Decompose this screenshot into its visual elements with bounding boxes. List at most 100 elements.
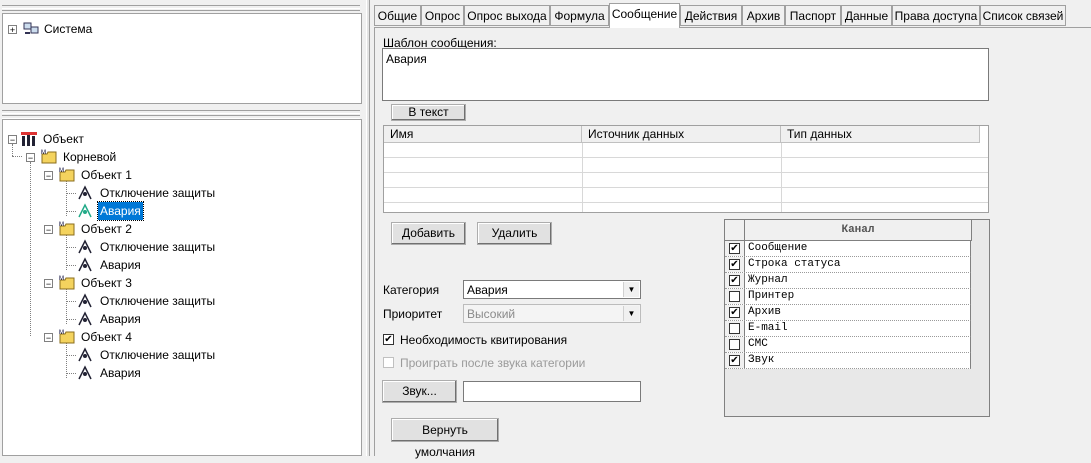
channel-checkbox[interactable]: ✔ — [729, 355, 740, 366]
computer-network-icon — [23, 22, 39, 34]
svg-text:M: M — [59, 330, 64, 336]
channels-header: Канал — [725, 220, 972, 241]
tree-item-label: Объект — [43, 132, 84, 146]
channel-checkbox[interactable]: ✔ — [729, 307, 740, 318]
delete-button[interactable]: Удалить — [477, 222, 552, 245]
tab-passport[interactable]: Паспорт — [785, 5, 841, 26]
folder-icon: M — [59, 168, 75, 182]
tree-connector — [66, 247, 76, 248]
channel-row[interactable]: ✔ Архив — [725, 305, 971, 321]
channels-header-corner — [725, 220, 745, 240]
bottom-pane-grip[interactable] — [2, 110, 360, 119]
signal-icon — [78, 257, 92, 272]
channel-label: E-mail — [748, 322, 788, 334]
channel-row[interactable]: ✔ Строка статуса — [725, 257, 971, 273]
tab-formula[interactable]: Формула — [550, 5, 609, 26]
priority-select: Высокий ▼ — [463, 304, 641, 323]
table-grid — [384, 143, 988, 212]
tree-connector — [66, 301, 76, 302]
priority-label: Приоритет — [383, 307, 443, 321]
table-header-row: Имя Источник данных Тип данных — [384, 126, 980, 143]
add-button[interactable]: Добавить — [391, 222, 466, 245]
collapse-icon[interactable]: − — [44, 279, 53, 289]
svg-text:M: M — [59, 276, 64, 282]
channels-list: ✔ Сообщение ✔ Строка статуса ✔ Журнал Принтер ✔… — [725, 241, 971, 369]
channel-label: Журнал — [748, 274, 788, 286]
column-header-type[interactable]: Тип данных — [781, 126, 980, 142]
tab-data[interactable]: Данные — [841, 5, 892, 26]
tab-poll-output[interactable]: Опрос выхода — [464, 5, 550, 26]
signal-icon — [78, 239, 92, 254]
tab-poll[interactable]: Опрос — [421, 5, 464, 26]
channel-row[interactable]: ✔ Журнал — [725, 273, 971, 289]
category-label: Категория — [383, 283, 440, 297]
object-root-icon — [21, 132, 37, 146]
tree-item-label: Корневой — [63, 150, 117, 164]
signal-icon — [78, 293, 92, 308]
channel-checkbox[interactable]: ✔ — [729, 259, 740, 270]
priority-value: Высокий — [467, 307, 516, 321]
collapse-icon[interactable]: − — [8, 135, 17, 145]
tree-item-label: Авария — [97, 201, 144, 221]
tree-connector — [12, 156, 22, 157]
tab-general[interactable]: Общие — [374, 5, 421, 26]
tree-connector — [66, 193, 76, 194]
play-after-label: Проиграть после звука категории — [400, 356, 586, 370]
tab-access-rights[interactable]: Права доступа — [892, 5, 980, 26]
signal-icon — [78, 185, 92, 200]
channel-row[interactable]: E-mail — [725, 321, 971, 337]
tab-archive[interactable]: Архив — [742, 5, 785, 26]
column-header-source[interactable]: Источник данных — [582, 126, 781, 142]
channel-label: Архив — [748, 306, 782, 318]
tree-item-label: Объект 1 — [81, 168, 132, 182]
column-header-name[interactable]: Имя — [384, 126, 582, 142]
ack-required-label: Необходимость квитирования — [400, 333, 568, 347]
channel-checkbox[interactable] — [729, 291, 740, 302]
collapse-icon[interactable]: − — [26, 153, 35, 163]
svg-text:M: M — [59, 222, 64, 228]
collapse-icon[interactable]: − — [44, 225, 53, 235]
chevron-down-icon[interactable]: ▼ — [623, 282, 639, 297]
collapse-icon[interactable]: − — [44, 171, 53, 181]
tree-item-label: Отключение защиты — [100, 294, 216, 308]
channel-check-cell — [725, 289, 745, 304]
channel-row[interactable]: Принтер — [725, 289, 971, 305]
tree-item-label: Объект 4 — [81, 330, 132, 344]
to-text-button[interactable]: В текст — [391, 104, 466, 121]
channel-row[interactable]: СМС — [725, 337, 971, 353]
folder-icon: M — [59, 222, 75, 236]
signal-icon — [78, 365, 92, 380]
channel-checkbox[interactable] — [729, 323, 740, 334]
tree-connector — [66, 211, 76, 212]
vertical-splitter[interactable] — [366, 0, 370, 456]
ack-required-checkbox[interactable]: ✔ — [383, 334, 394, 345]
channel-checkbox[interactable]: ✔ — [729, 275, 740, 286]
tab-links-list[interactable]: Список связей — [980, 5, 1066, 26]
category-select[interactable]: Авария ▼ — [463, 280, 641, 299]
channel-row[interactable]: ✔ Сообщение — [725, 241, 971, 257]
chevron-down-icon: ▼ — [623, 306, 639, 321]
channel-check-cell: ✔ — [725, 257, 745, 272]
sound-field[interactable] — [463, 381, 641, 402]
channel-check-cell — [725, 321, 745, 336]
channel-row[interactable]: ✔ Звук — [725, 353, 971, 369]
collapse-icon[interactable]: − — [44, 333, 53, 343]
restore-defaults-button[interactable]: Вернуть умолчания — [391, 418, 499, 459]
channel-check-cell: ✔ — [725, 305, 745, 320]
tree-connector — [30, 162, 31, 336]
channel-checkbox[interactable] — [729, 339, 740, 350]
object-tree-pane: − Объект − M Корневой − M Объект 1 Отклю… — [2, 119, 362, 456]
tree-connector — [66, 373, 76, 374]
channel-checkbox[interactable]: ✔ — [729, 243, 740, 254]
tree-item-label: Отключение защиты — [100, 348, 216, 362]
expand-icon[interactable]: + — [8, 25, 17, 35]
template-value: Авария — [386, 52, 427, 66]
sound-button[interactable]: Звук... — [382, 380, 457, 403]
play-after-checkbox — [383, 357, 394, 368]
tab-actions[interactable]: Действия — [680, 5, 742, 26]
parameters-table[interactable]: Имя Источник данных Тип данных — [383, 125, 989, 213]
template-textarea[interactable]: Авария — [382, 48, 989, 101]
tab-message[interactable]: Сообщение — [609, 3, 680, 28]
svg-text:M: M — [59, 168, 64, 174]
channel-label: Звук — [748, 354, 775, 366]
